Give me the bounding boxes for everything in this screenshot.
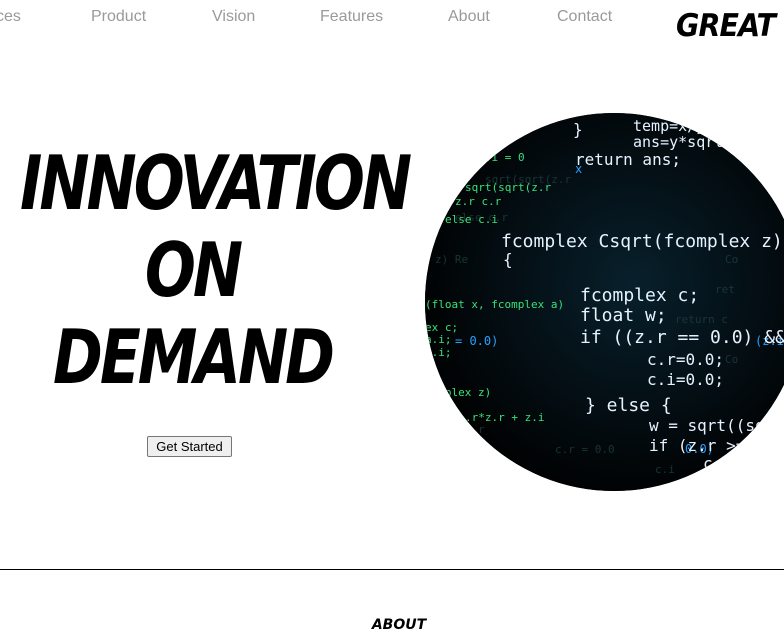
- get-started-button[interactable]: Get Started: [147, 436, 232, 457]
- svg-text:: z.i = 0: : z.i = 0: [465, 151, 525, 164]
- hero-title-line-1: INNOVATION: [20, 140, 412, 228]
- nav-item-services[interactable]: ces: [0, 8, 21, 26]
- svg-text:Co: Co: [725, 253, 738, 266]
- nav-item-features[interactable]: Features: [320, 8, 383, 26]
- section-divider: [0, 569, 784, 570]
- svg-text:if ((z.r == 0.0) && (z.i == 0.: if ((z.r == 0.0) && (z.i == 0.0)): [580, 327, 784, 348]
- code-screen-image: sqrt(sqrt(z.r else c.r z) Re Co ret retu…: [425, 113, 784, 491]
- hero-title: INNOVATION ON DEMAND: [20, 141, 412, 401]
- svg-text:}: }: [573, 120, 583, 139]
- svg-text:ret: ret: [715, 283, 735, 296]
- svg-text:c.i=0.0;: c.i=0.0;: [647, 370, 724, 389]
- svg-text:fcomplex c;: fcomplex c;: [580, 285, 699, 306]
- top-navigation: ces Product Vision Features About Contac…: [0, 0, 784, 44]
- svg-text:else c.i: else c.i: [445, 213, 498, 226]
- svg-text:float w;: float w;: [580, 305, 667, 326]
- brand-logo[interactable]: GREAT IN: [676, 8, 784, 44]
- svg-text:fcomplex Csqrt(fcomplex z): fcomplex Csqrt(fcomplex z): [501, 231, 783, 252]
- svg-text:w = sqrt((sqrt(z.r*z: w = sqrt((sqrt(z.r*z: [649, 416, 784, 435]
- nav-item-vision[interactable]: Vision: [212, 8, 255, 26]
- nav-item-about[interactable]: About: [448, 8, 490, 26]
- hero-title-line-3: DEMAND: [53, 314, 335, 402]
- svg-text:ans=y*sqrt(1.0+temp*te: ans=y*sqrt(1.0+temp*te: [633, 133, 784, 151]
- svg-text:{: {: [503, 250, 513, 269]
- svg-text:a.i;: a.i;: [425, 346, 452, 359]
- svg-text:if (z.r >= 0.0){: if (z.r >= 0.0){: [649, 436, 784, 455]
- svg-text:(float x, fcomplex a): (float x, fcomplex a): [425, 298, 564, 311]
- nav-item-contact[interactable]: Contact: [557, 8, 612, 26]
- about-heading: ABOUT: [371, 617, 427, 633]
- nav-item-product[interactable]: Product: [91, 8, 146, 26]
- svg-text:complex z): complex z): [425, 386, 491, 399]
- svg-text:c.r = 0.0: c.r = 0.0: [555, 443, 615, 456]
- svg-text:c.r=0.0;: c.r=0.0;: [647, 350, 724, 369]
- svg-text:Co: Co: [725, 353, 738, 366]
- svg-text:.r*z.r + z.i: .r*z.r + z.i: [465, 411, 544, 424]
- svg-text:z.r c.r: z.r c.r: [455, 195, 502, 208]
- svg-text:a.i;: a.i;: [425, 333, 452, 346]
- svg-text:= 0.0): = 0.0): [455, 334, 498, 348]
- svg-text:} else {: } else {: [585, 395, 672, 416]
- svg-text:c.r: c.r: [703, 454, 732, 473]
- svg-text:return ans;: return ans;: [575, 150, 681, 169]
- svg-text:.r*z.r: .r*z.r: [445, 423, 485, 436]
- svg-text:c.i: c.i: [655, 463, 675, 476]
- hero-title-line-2: ON: [144, 227, 243, 315]
- svg-text:return c: return c: [675, 313, 728, 326]
- svg-text:z.r: z.r: [425, 463, 445, 476]
- code-screen-graphic: sqrt(sqrt(z.r else c.r z) Re Co ret retu…: [425, 113, 784, 491]
- svg-text:sqrt(sqrt(z.r: sqrt(sqrt(z.r: [465, 181, 551, 194]
- svg-text:z) Re: z) Re: [435, 253, 468, 266]
